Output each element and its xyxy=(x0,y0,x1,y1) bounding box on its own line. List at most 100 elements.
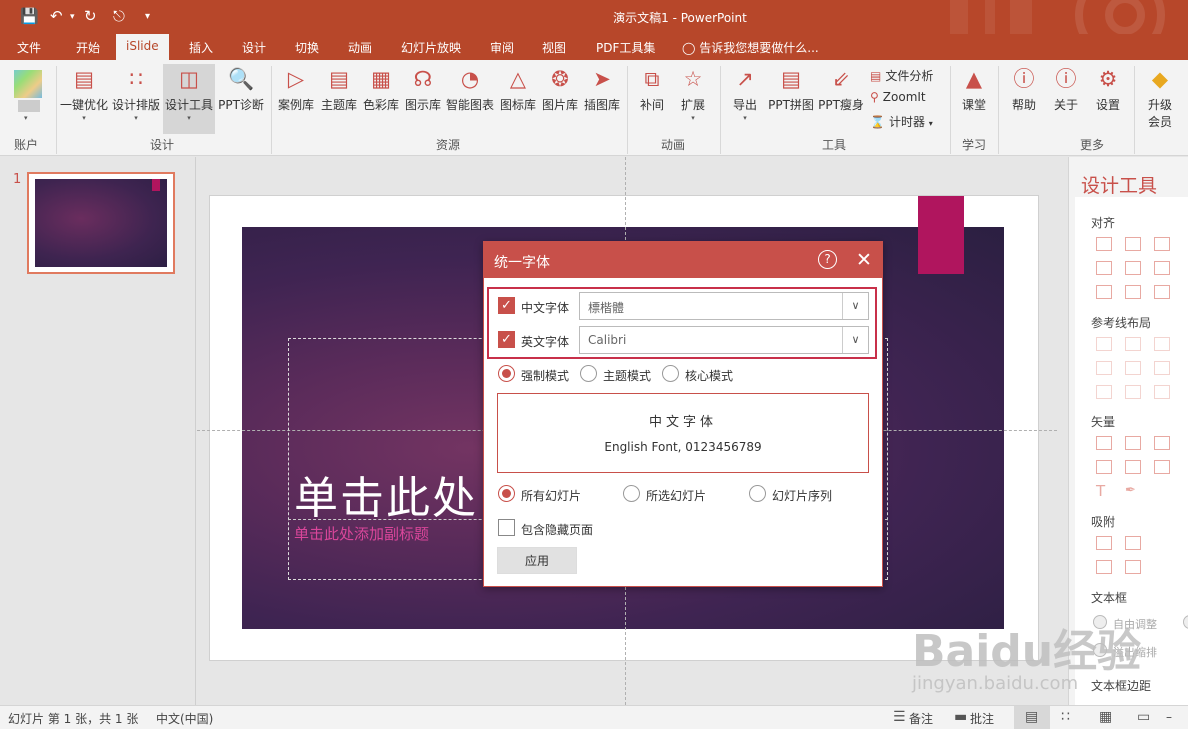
tab-file[interactable]: 文件 xyxy=(17,39,41,56)
one-click-optimize-button[interactable]: ▤ 一键优化 ▾ xyxy=(58,64,110,122)
slideshow-icon[interactable]: ▭ xyxy=(1137,709,1150,725)
about-button[interactable]: ⓘ 关于 xyxy=(1048,64,1084,113)
tab-insert[interactable]: 插入 xyxy=(189,39,213,56)
align-right-icon[interactable] xyxy=(1154,237,1170,251)
account-avatar[interactable]: ▾ xyxy=(8,66,48,122)
guide-fill-icon[interactable] xyxy=(1154,385,1170,399)
illustration-library-button[interactable]: ➤ 插图库 xyxy=(581,64,623,113)
guide-bottom-icon[interactable] xyxy=(1154,361,1170,375)
intersect-icon[interactable] xyxy=(1096,460,1112,474)
tell-me-box[interactable]: ◯ 告诉我您想要做什么... xyxy=(682,39,819,56)
en-font-select[interactable]: Calibri ∨ xyxy=(579,326,869,354)
design-layout-button[interactable]: ∷ 设计排版 ▾ xyxy=(110,64,162,122)
align-top-icon[interactable] xyxy=(1096,261,1112,275)
tween-button[interactable]: ⧉ 补间 xyxy=(633,64,671,113)
distribute-v-icon[interactable] xyxy=(1125,285,1141,299)
union-icon[interactable] xyxy=(1096,436,1112,450)
tab-home[interactable]: 开始 xyxy=(76,39,100,56)
notes-icon[interactable]: ☰ xyxy=(893,709,906,725)
guide-fill-icon[interactable] xyxy=(1125,385,1141,399)
guide-fill-icon[interactable] xyxy=(1096,385,1112,399)
export-button[interactable]: ↗ 导出 ▾ xyxy=(726,64,764,122)
guide-middle-icon[interactable] xyxy=(1125,361,1141,375)
cn-font-checkbox[interactable]: ✓ xyxy=(498,297,515,314)
tab-islide[interactable]: iSlide xyxy=(116,34,169,60)
textbox-radio-shrink[interactable] xyxy=(1183,615,1188,629)
diagram-library-button[interactable]: ☊ 图示库 xyxy=(402,64,444,113)
scope-radio-selected[interactable] xyxy=(623,485,640,502)
dialog-header: 统一字体 ? ✕ xyxy=(484,242,882,278)
cn-font-select[interactable]: 標楷體 ∨ xyxy=(579,292,869,320)
scope-label-all: 所有幻灯片 xyxy=(521,489,582,503)
language-indicator[interactable]: 中文(中国) xyxy=(156,710,213,727)
slide-sorter-icon[interactable]: ∷ xyxy=(1061,709,1070,725)
snap-icon[interactable] xyxy=(1125,536,1141,550)
scope-radio-all[interactable] xyxy=(498,485,515,502)
guide-center-icon[interactable] xyxy=(1125,337,1141,351)
normal-view-button[interactable]: ▤ xyxy=(1014,706,1050,729)
combine-icon[interactable] xyxy=(1125,436,1141,450)
tab-pdf-tools[interactable]: PDF工具集 xyxy=(596,39,655,56)
apply-button[interactable]: 应用 xyxy=(497,547,577,574)
ppt-puzzle-button[interactable]: ▤ PPT拼图 xyxy=(766,64,816,113)
upgrade-member-button[interactable]: ◆ 升级 会员 xyxy=(1142,64,1178,130)
mode-radio-theme[interactable] xyxy=(580,365,597,382)
chevron-down-icon[interactable]: ∨ xyxy=(842,327,868,353)
help-icon[interactable]: ? xyxy=(818,250,837,269)
align-bottom-icon[interactable] xyxy=(1154,261,1170,275)
theme-library-button[interactable]: ▤ 主题库 xyxy=(318,64,360,113)
comments-button[interactable]: 批注 xyxy=(970,710,994,727)
align-middle-icon[interactable] xyxy=(1125,261,1141,275)
align-center-icon[interactable] xyxy=(1125,237,1141,251)
reading-view-icon[interactable]: ▦ xyxy=(1099,709,1112,725)
notes-button[interactable]: 备注 xyxy=(909,710,933,727)
pen-icon[interactable]: ✒ xyxy=(1125,484,1141,498)
image-library-button[interactable]: ❂ 图片库 xyxy=(539,64,581,113)
settings-button[interactable]: ⚙ 设置 xyxy=(1090,64,1126,113)
text-icon[interactable]: T xyxy=(1096,484,1112,499)
case-library-button[interactable]: ▷ 案例库 xyxy=(275,64,317,113)
scope-radio-sequence[interactable] xyxy=(749,485,766,502)
ppt-slim-button[interactable]: ⇙ PPT瘦身 xyxy=(817,64,865,113)
timer-button[interactable]: ⌛ 计时器 ▾ xyxy=(870,113,933,130)
comment-icon[interactable]: ▬ xyxy=(954,709,967,725)
guide-right-icon[interactable] xyxy=(1154,337,1170,351)
en-font-checkbox[interactable]: ✓ xyxy=(498,331,515,348)
align-left-icon[interactable] xyxy=(1096,237,1112,251)
slide-subtitle[interactable]: 单击此处添加副标题 xyxy=(294,523,429,544)
slide-thumbnail[interactable] xyxy=(27,172,175,274)
tab-animations[interactable]: 动画 xyxy=(348,39,372,56)
extend-button[interactable]: ☆ 扩展 ▾ xyxy=(674,64,712,122)
mode-radio-core[interactable] xyxy=(662,365,679,382)
help-button[interactable]: ⓘ 帮助 xyxy=(1006,64,1042,113)
subtract-icon[interactable] xyxy=(1125,460,1141,474)
mode-radio-force[interactable] xyxy=(498,365,515,382)
design-tools-button[interactable]: ◫ 设计工具 ▾ xyxy=(163,64,215,134)
fragment-icon[interactable] xyxy=(1154,436,1170,450)
smart-chart-button[interactable]: ◔ 智能图表 xyxy=(444,64,496,113)
include-hidden-checkbox[interactable] xyxy=(498,519,515,536)
distribute-h-icon[interactable] xyxy=(1096,285,1112,299)
tab-design[interactable]: 设计 xyxy=(242,39,266,56)
close-icon[interactable]: ✕ xyxy=(856,249,872,271)
distribute-icon[interactable] xyxy=(1154,285,1170,299)
tab-review[interactable]: 审阅 xyxy=(490,39,514,56)
guide-left-icon[interactable] xyxy=(1096,337,1112,351)
tab-transitions[interactable]: 切换 xyxy=(295,39,319,56)
ppt-diagnose-button[interactable]: 🔍 PPT诊断 xyxy=(216,64,266,113)
tab-slideshow[interactable]: 幻灯片放映 xyxy=(401,39,461,56)
snap-icon[interactable] xyxy=(1096,536,1112,550)
guide-top-icon[interactable] xyxy=(1096,361,1112,375)
classroom-button[interactable]: ▲ 课堂 xyxy=(956,64,992,113)
zoomit-button[interactable]: ⚲ ZoomIt xyxy=(870,90,926,104)
icon-library-button[interactable]: △ 图标库 xyxy=(497,64,539,113)
tab-view[interactable]: 视图 xyxy=(542,39,566,56)
slide-title[interactable]: 单击此处 xyxy=(294,462,478,526)
chevron-down-icon[interactable]: ∨ xyxy=(842,293,868,319)
zoom-minus-icon[interactable]: – xyxy=(1166,710,1172,724)
snap-icon[interactable] xyxy=(1096,560,1112,574)
vector-edit-icon[interactable] xyxy=(1154,460,1170,474)
file-analysis-button[interactable]: ▤ 文件分析 xyxy=(870,67,933,84)
snap-icon[interactable] xyxy=(1125,560,1141,574)
color-library-button[interactable]: ▦ 色彩库 xyxy=(360,64,402,113)
